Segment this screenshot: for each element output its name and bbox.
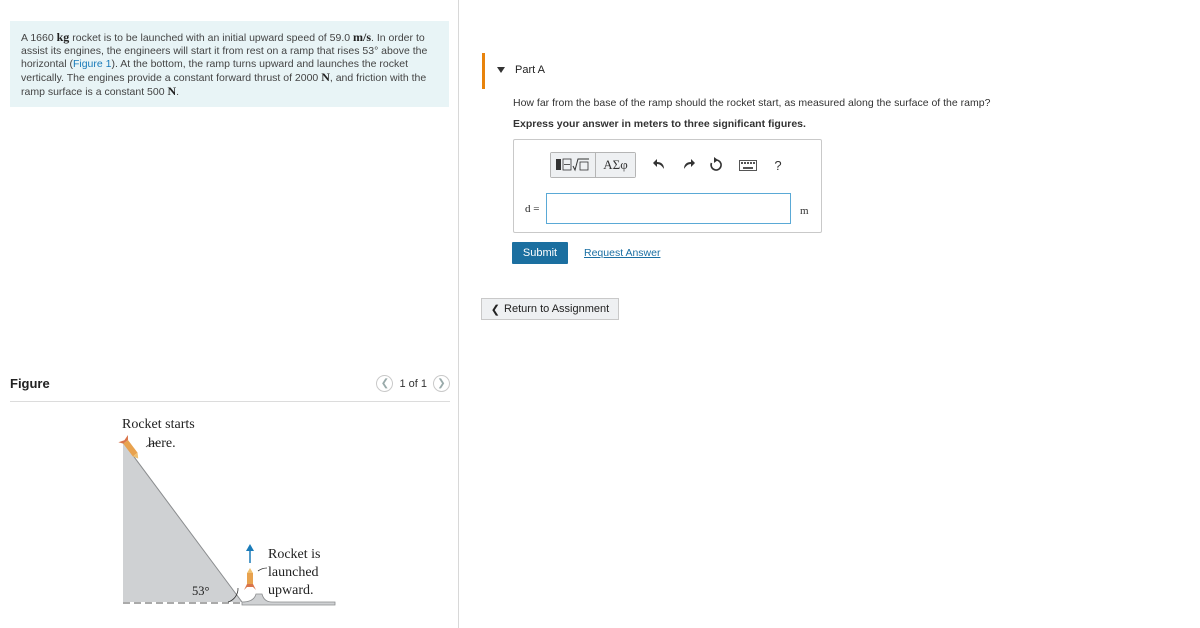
reset-icon[interactable] [706,155,726,175]
request-answer-link[interactable]: Request Answer [584,247,660,259]
figure-link[interactable]: Figure 1 [73,58,112,70]
return-label: Return to Assignment [504,303,610,315]
answer-editor: ΑΣφ ? d = m [513,139,822,233]
template-button-group: ΑΣφ [550,152,636,178]
figure-header: Figure ❮ 1 of 1 ❯ [10,374,450,402]
greek-symbols-button[interactable]: ΑΣφ [595,153,635,177]
keyboard-icon[interactable] [736,155,760,175]
arrowhead-icon [246,544,254,551]
chevron-left-icon: ❮ [380,378,390,389]
unit-label: m [800,205,809,217]
text-fragment: . [176,86,180,98]
templates-button[interactable] [551,153,595,177]
text-fragment: ramp surface is a constant 500 [21,86,168,98]
text-fragment: horizontal ( [21,58,73,70]
math-unit: N [167,84,177,98]
submit-button[interactable]: Submit [512,242,568,264]
problem-statement: A 1660 kg rocket is to be launched with … [10,21,449,107]
problem-line-3: horizontal (Figure 1). At the bottom, th… [21,58,438,71]
figure-title: Figure [10,376,50,391]
angle-label: 53° [192,584,210,598]
label-start-line1: Rocket starts [122,417,195,432]
question-text: How far from the base of the ramp should… [513,97,991,109]
answer-input[interactable] [546,193,791,224]
redo-icon[interactable] [678,155,698,175]
problem-line-2: assist its engines, the engineers will s… [21,45,428,57]
text-fragment: , and friction with the [329,72,427,84]
left-column: A 1660 kg rocket is to be launched with … [10,0,450,628]
next-figure-button[interactable]: ❯ [433,375,450,392]
math-unit: N [321,70,330,84]
label-launch-line3: upward. [268,583,314,598]
column-divider [458,0,459,628]
label-start-line2: here. [148,436,176,451]
part-a-header[interactable]: Part A [497,64,545,76]
radical-template-icon [556,158,589,172]
answer-instruction: Express your answer in meters to three s… [513,118,806,130]
text-fragment: . In order to [371,32,425,44]
chevron-left-icon: ❮ [490,303,501,316]
problem-line-1: A 1660 kg rocket is to be launched with … [21,31,438,45]
launch-label-leader [257,567,268,572]
text-fragment: rocket is to be launched with an initial… [69,32,353,44]
variable-label: d = [525,203,540,215]
text-fragment: ). At the bottom, the ramp turns upward … [111,58,408,70]
figure-pager: ❮ 1 of 1 ❯ [376,375,450,392]
text-fragment: A 1660 [21,32,57,44]
part-title: Part A [515,64,545,76]
text-fragment: vertically. The engines provide a consta… [21,72,322,84]
ramp-figure: Rocket starts here. Rocket is launched u… [118,417,336,606]
rocket-launch-icon [244,568,256,590]
math-unit: kg [56,30,70,44]
label-launch-line2: launched [268,565,319,580]
problem-line-4: vertically. The engines provide a consta… [21,71,438,85]
math-toolbar: ΑΣφ ? [550,152,788,178]
previous-figure-button[interactable]: ❮ [376,375,394,392]
caret-down-icon[interactable] [497,67,505,73]
part-accent-bar [482,53,485,89]
figure-counter: 1 of 1 [399,377,427,390]
undo-icon[interactable] [650,155,670,175]
label-launch-line1: Rocket is [268,547,321,562]
math-unit: m/s [353,30,371,44]
return-to-assignment-button[interactable]: ❮ Return to Assignment [481,298,619,320]
problem-line-5: ramp surface is a constant 500 N. [21,85,438,99]
help-icon[interactable]: ? [768,155,788,175]
chevron-right-icon: ❯ [437,378,446,389]
